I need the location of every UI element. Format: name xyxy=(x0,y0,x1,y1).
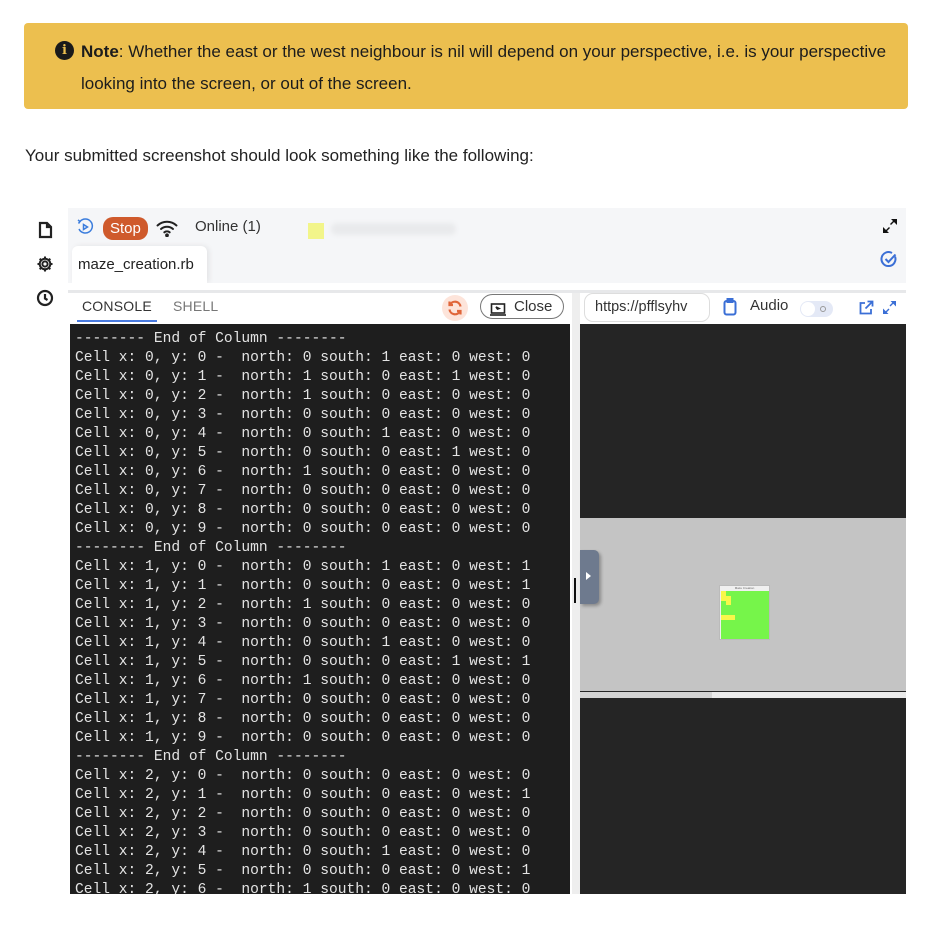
console-line: Cell x: 1, y: 8 - north: 0 south: 0 east… xyxy=(75,711,531,727)
refresh-button[interactable] xyxy=(442,295,468,321)
console-line: Cell x: 1, y: 4 - north: 0 south: 1 east… xyxy=(75,635,531,651)
console-line: Cell x: 2, y: 5 - north: 0 south: 0 east… xyxy=(75,863,531,879)
console-line: Cell x: 1, y: 5 - north: 0 south: 0 east… xyxy=(75,654,531,670)
example-screenshot: Stop Online (1) maze_creation.rb CONSOLE… xyxy=(24,208,906,894)
console-line: Cell x: 1, y: 1 - north: 0 south: 0 east… xyxy=(75,578,531,594)
console-line: Cell x: 2, y: 2 - north: 0 south: 0 east… xyxy=(75,806,531,822)
intro-text: Your submitted screenshot should look so… xyxy=(25,146,534,165)
console-line: Cell x: 0, y: 8 - north: 0 south: 0 east… xyxy=(75,502,531,518)
console-line: -------- End of Column -------- xyxy=(75,749,347,765)
console-line: Cell x: 2, y: 0 - north: 0 south: 0 east… xyxy=(75,768,531,784)
console-line: Cell x: 0, y: 9 - north: 0 south: 0 east… xyxy=(75,521,531,537)
preview-panel: https://pfflsyhv Audio Maze Creation xyxy=(580,293,906,894)
console-line: Cell x: 1, y: 3 - north: 0 south: 0 east… xyxy=(75,616,531,632)
console-line: Cell x: 0, y: 7 - north: 0 south: 0 east… xyxy=(75,483,531,499)
file-icon[interactable] xyxy=(36,221,54,239)
console-line: Cell x: 0, y: 6 - north: 1 south: 0 east… xyxy=(75,464,531,480)
pane-resize-handle[interactable] xyxy=(574,578,576,603)
clipboard-icon[interactable] xyxy=(723,298,737,316)
toggle-off-indicator xyxy=(820,306,826,312)
console-line: Cell x: 0, y: 0 - north: 0 south: 1 east… xyxy=(75,350,531,366)
maze-path-cell xyxy=(730,615,736,620)
console-line: -------- End of Column -------- xyxy=(75,540,347,556)
left-rail xyxy=(24,208,68,894)
maze-window[interactable]: Maze Creation xyxy=(719,585,770,640)
gear-icon[interactable] xyxy=(36,255,54,273)
close-button[interactable]: Close xyxy=(480,294,564,319)
vnc-viewer[interactable]: Maze Creation xyxy=(580,324,906,894)
console-line: Cell x: 1, y: 2 - north: 1 south: 0 east… xyxy=(75,597,531,613)
stop-button[interactable]: Stop xyxy=(103,217,148,240)
vnc-control-tab[interactable] xyxy=(580,550,599,604)
wifi-icon xyxy=(156,219,178,238)
expand-preview-icon[interactable] xyxy=(882,300,897,315)
note-callout: i Note: Whether the east or the west nei… xyxy=(24,23,908,109)
open-external-icon[interactable] xyxy=(859,300,874,315)
screen-icon xyxy=(490,300,506,316)
file-tab[interactable]: maze_creation.rb xyxy=(72,246,207,283)
expand-icon[interactable] xyxy=(882,218,898,234)
console-line: -------- End of Column -------- xyxy=(75,331,347,347)
remote-taskbar[interactable] xyxy=(580,692,906,698)
audio-toggle[interactable] xyxy=(800,301,833,317)
clock-icon[interactable] xyxy=(36,289,54,307)
console-line: Cell x: 1, y: 0 - north: 0 south: 1 east… xyxy=(75,559,531,575)
tab-console[interactable]: CONSOLE xyxy=(77,298,157,322)
run-icon[interactable] xyxy=(76,218,94,236)
console-line: Cell x: 1, y: 9 - north: 0 south: 0 east… xyxy=(75,730,531,746)
close-label: Close xyxy=(514,298,553,315)
taskbar-items[interactable] xyxy=(580,692,712,698)
editor-area xyxy=(68,283,906,290)
console-panel: CONSOLE SHELL Close -------- End of Colu… xyxy=(68,293,572,894)
maze-path-cell xyxy=(725,600,731,606)
remote-desktop[interactable]: Maze Creation xyxy=(580,518,906,698)
ide-toolbar: Stop Online (1) xyxy=(68,208,906,268)
audio-label: Audio xyxy=(750,297,789,314)
console-line: Cell x: 2, y: 1 - north: 0 south: 0 east… xyxy=(75,787,531,803)
info-icon: i xyxy=(55,41,74,60)
console-line: Cell x: 0, y: 4 - north: 0 south: 1 east… xyxy=(75,426,531,442)
console-tabbar: CONSOLE SHELL Close xyxy=(68,293,572,324)
tab-shell[interactable]: SHELL xyxy=(173,298,218,314)
console-line: Cell x: 2, y: 4 - north: 0 south: 1 east… xyxy=(75,844,531,860)
redacted-username xyxy=(331,223,456,235)
console-line: Cell x: 0, y: 5 - north: 0 south: 0 east… xyxy=(75,445,531,461)
check-circle-icon[interactable] xyxy=(880,250,898,268)
note-text: : Whether the east or the west neighbour… xyxy=(81,42,887,93)
play-icon xyxy=(586,572,591,580)
console-line: Cell x: 1, y: 7 - north: 0 south: 0 east… xyxy=(75,692,531,708)
online-status[interactable]: Online (1) xyxy=(195,218,261,235)
console-line: Cell x: 1, y: 6 - north: 1 south: 0 east… xyxy=(75,673,531,689)
console-line: Cell x: 0, y: 3 - north: 0 south: 0 east… xyxy=(75,407,531,423)
maze-canvas xyxy=(721,591,769,639)
user-avatar[interactable] xyxy=(308,223,324,239)
console-line: Cell x: 0, y: 2 - north: 1 south: 0 east… xyxy=(75,388,531,404)
url-field[interactable]: https://pfflsyhv xyxy=(584,293,710,322)
console-line: Cell x: 0, y: 1 - north: 1 south: 0 east… xyxy=(75,369,531,385)
note-label: Note xyxy=(81,42,119,61)
toggle-knob xyxy=(801,302,815,316)
console-line: Cell x: 2, y: 3 - north: 0 south: 0 east… xyxy=(75,825,531,841)
console-line: Cell x: 2, y: 6 - north: 1 south: 0 east… xyxy=(75,882,531,894)
console-output[interactable]: -------- End of Column -------- Cell x: 0… xyxy=(70,324,570,894)
